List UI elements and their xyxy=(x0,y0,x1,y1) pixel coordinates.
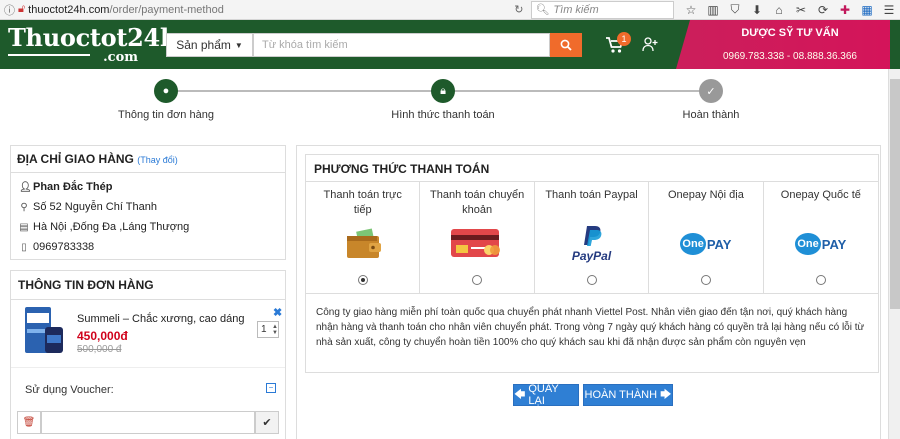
payment-option-transfer[interactable]: Thanh toán chuyển khoản xyxy=(420,182,535,293)
reload-icon[interactable]: ↻ xyxy=(514,3,523,16)
quantity-stepper[interactable]: 1 ▲ ▼ xyxy=(257,321,279,338)
radio-button[interactable] xyxy=(358,275,368,285)
payment-method-panel: PHƯƠNG THỨC THANH TOÁN Thanh toán trực t… xyxy=(296,145,881,439)
payment-box: PHƯƠNG THỨC THANH TOÁN Thanh toán trực t… xyxy=(305,154,879,373)
panel-title: ĐỊA CHỈ GIAO HÀNG (Thay đổi) xyxy=(11,146,285,173)
site-search-input[interactable]: Từ khóa tìm kiếm xyxy=(253,33,550,57)
library-icon[interactable]: ▥ xyxy=(702,3,724,17)
payment-option-onepay-domestic[interactable]: Onepay Nội địa One PAY xyxy=(649,182,764,293)
panel-title: THÔNG TIN ĐƠN HÀNG xyxy=(11,271,285,300)
phone-number: ▯ 0969783338 xyxy=(11,237,285,257)
back-button[interactable]: 🡄 QUAY LẠI xyxy=(513,383,579,407)
shipping-address-panel: ĐỊA CHỈ GIAO HÀNG (Thay đổi) 👤︎ Phan Đắc … xyxy=(10,145,286,260)
change-address-link[interactable]: (Thay đổi) xyxy=(137,155,178,165)
step-order-info: ● Thông tin đơn hàng xyxy=(96,79,236,121)
search-icon: 🔍︎ xyxy=(535,4,550,16)
cart-count-badge: 1 xyxy=(617,32,631,46)
search-icon xyxy=(560,39,572,51)
building-icon: ▤ xyxy=(19,221,29,233)
order-info-panel: THÔNG TIN ĐƠN HÀNG Summeli – Chắc xương,… xyxy=(10,270,286,439)
extension-icon[interactable]: ▦ xyxy=(856,3,878,17)
street-address: ⚲ Số 52 Nguyễn Chí Thanh xyxy=(20,201,157,213)
sync-icon[interactable]: ⟳ xyxy=(812,3,834,17)
step-payment-method: 🔒︎ Hình thức thanh toán xyxy=(373,79,513,121)
product-price: 450,000đ xyxy=(77,329,128,343)
caret-down-icon: ▼ xyxy=(234,40,243,50)
payment-tabs: Thanh toán trực tiếp Thanh toán chuyển k… xyxy=(306,181,878,294)
apply-voucher-button[interactable]: ✔ xyxy=(255,411,279,434)
wallet-icon xyxy=(346,228,381,258)
search-button[interactable] xyxy=(550,33,582,57)
collapse-icon[interactable]: − xyxy=(266,383,276,393)
browser-toolbar: ⓘ 🔓︎ thuoctot24h.com/order/payment-metho… xyxy=(0,0,900,20)
browser-search-input[interactable]: 🔍︎ Tìm kiếm xyxy=(531,0,674,19)
recipient-name: 👤︎ Phan Đắc Thép xyxy=(19,181,113,193)
advisor-banner[interactable]: DƯỢC SỸ TƯ VẤN 0969.783.338 - 08.888.36.… xyxy=(676,20,890,69)
check-icon: ✔ xyxy=(262,417,272,429)
check-icon: ✓ xyxy=(699,79,723,103)
bank-card-icon xyxy=(451,229,501,257)
url-text: thuoctot24h.com/order/payment-method xyxy=(28,3,224,16)
lock-icon: 🔒︎ xyxy=(431,79,455,103)
screenshot-icon[interactable]: ✂ xyxy=(790,3,812,17)
onepay-icon: One PAY xyxy=(680,233,731,255)
payment-option-paypal[interactable]: Thanh toán Paypal PayPal xyxy=(535,182,650,293)
user-icon: ● xyxy=(154,79,178,103)
payment-description: Công ty giao hàng miễn phí toàn quốc qua… xyxy=(316,307,865,348)
product-image[interactable] xyxy=(21,305,65,355)
payment-option-direct[interactable]: Thanh toán trực tiếp xyxy=(306,182,421,293)
star-icon[interactable]: ☆ xyxy=(680,3,702,17)
home-icon[interactable]: ⌂ xyxy=(768,3,790,17)
paypal-wordmark: PayPal xyxy=(571,249,612,263)
user-plus-icon[interactable] xyxy=(642,36,658,52)
menu-icon[interactable]: ☰ xyxy=(878,3,900,17)
site-logo[interactable]: Thuoctot24h .com xyxy=(8,26,177,65)
category-dropdown[interactable]: Sản phẩm ▼ xyxy=(166,33,253,57)
radio-button[interactable] xyxy=(815,275,826,285)
product-old-price: 500,000 đ xyxy=(77,344,122,355)
address-bar[interactable]: ⓘ 🔓︎ thuoctot24h.com/order/payment-metho… xyxy=(0,0,531,20)
radio-button[interactable] xyxy=(701,275,712,285)
map-marker-icon: ⚲ xyxy=(20,201,28,213)
remove-item-icon[interactable]: ✖ xyxy=(273,306,282,319)
trash-icon[interactable]: 🗑︎ xyxy=(17,411,41,434)
finish-button[interactable]: HOÀN THÀNH 🡆 xyxy=(583,384,673,406)
extension-icon[interactable]: ✚ xyxy=(834,3,856,17)
page-scrollbar[interactable] xyxy=(888,69,900,439)
paypal-icon xyxy=(583,226,601,246)
insecure-lock-icon: 🔓︎ xyxy=(18,3,26,15)
voucher-label: Sử dụng Voucher: xyxy=(25,384,114,396)
info-icon[interactable]: ⓘ xyxy=(4,2,15,18)
radio-button[interactable] xyxy=(472,275,483,285)
panel-title: PHƯƠNG THỨC THANH TOÁN xyxy=(314,162,490,176)
step-complete: ✓ Hoàn thành xyxy=(641,79,781,121)
area-address: ▤ Hà Nội ,Đống Đa ,Láng Thượng xyxy=(19,221,190,233)
shield-icon[interactable]: ⛉ xyxy=(724,2,746,17)
voucher-input[interactable] xyxy=(41,411,255,434)
download-icon[interactable]: ⬇ xyxy=(746,3,768,17)
arrow-left-icon: 🡄 xyxy=(514,388,526,401)
product-name[interactable]: Summeli – Chắc xương, cao dáng xyxy=(77,313,244,325)
onepay-icon: One PAY xyxy=(795,233,846,255)
phone-icon: ▯ xyxy=(21,241,27,253)
radio-button[interactable] xyxy=(586,275,597,285)
user-icon: 👤︎ xyxy=(19,181,32,193)
arrow-right-icon: 🡆 xyxy=(660,388,672,401)
payment-option-onepay-international[interactable]: Onepay Quốc tế One PAY xyxy=(764,182,878,293)
